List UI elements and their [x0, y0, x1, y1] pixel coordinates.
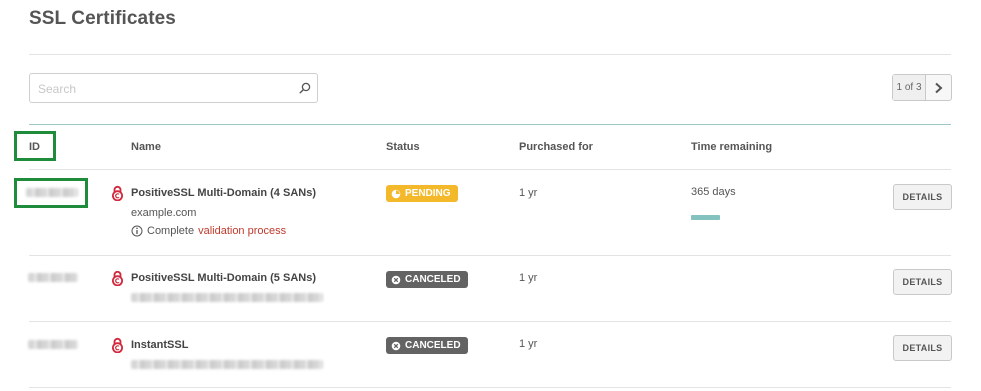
certificate-name[interactable]: PositiveSSL Multi-Domain (5 SANs) [131, 272, 316, 284]
search-box[interactable] [29, 73, 318, 103]
status-badge-canceled: CANCELED [386, 271, 468, 288]
close-circle-icon [391, 275, 401, 284]
pagination: 1 of 3 [892, 74, 952, 101]
title-divider [29, 54, 951, 55]
highlight-id-cell [14, 178, 88, 208]
row-divider [29, 255, 951, 256]
search-icon[interactable] [299, 82, 311, 94]
column-header-purchased-for[interactable]: Purchased for [519, 141, 593, 153]
row-divider [29, 169, 951, 170]
clock-icon [391, 189, 401, 198]
column-header-name[interactable]: Name [131, 141, 161, 153]
validation-note-text: Complete [147, 225, 195, 237]
page-title: SSL Certificates [29, 8, 176, 29]
lock-icon [112, 337, 123, 353]
close-circle-icon [391, 341, 401, 350]
next-page-button[interactable] [926, 75, 951, 100]
certificate-domain: example.com [131, 207, 197, 219]
row-divider [29, 387, 951, 388]
certificate-id-redacted [28, 340, 78, 349]
column-header-status[interactable]: Status [386, 141, 420, 153]
validation-process-link[interactable]: validation process [198, 225, 286, 237]
certificate-domain-redacted [131, 293, 323, 302]
certificate-name[interactable]: InstantSSL [131, 339, 188, 351]
details-button[interactable]: DETAILS [893, 335, 952, 361]
status-badge-pending: PENDING [386, 185, 458, 202]
certificate-name[interactable]: PositiveSSL Multi-Domain (4 SANs) [131, 187, 316, 199]
info-icon [131, 225, 143, 237]
search-input[interactable] [36, 79, 290, 99]
purchased-for-value: 1 yr [519, 272, 538, 284]
page-indicator: 1 of 3 [893, 75, 926, 100]
details-button[interactable]: DETAILS [893, 184, 952, 210]
validation-note: Complete validation process [131, 225, 286, 237]
certificate-domain-redacted [131, 360, 323, 369]
status-badge-canceled: CANCELED [386, 337, 468, 354]
certificate-id-redacted [28, 273, 78, 282]
lock-icon [112, 270, 123, 286]
time-remaining-bar [691, 215, 720, 220]
details-button[interactable]: DETAILS [893, 269, 952, 295]
chevron-right-icon [935, 82, 943, 93]
time-remaining-value: 365 days [691, 186, 736, 198]
status-label: CANCELED [405, 340, 461, 351]
column-header-time-remaining[interactable]: Time remaining [691, 141, 772, 153]
status-label: CANCELED [405, 274, 461, 285]
purchased-for-value: 1 yr [519, 338, 538, 350]
highlight-id-header [14, 131, 56, 161]
table-header-divider [29, 124, 951, 125]
purchased-for-value: 1 yr [519, 187, 538, 199]
status-label: PENDING [405, 188, 451, 199]
row-divider [29, 321, 951, 322]
lock-icon [112, 185, 123, 201]
